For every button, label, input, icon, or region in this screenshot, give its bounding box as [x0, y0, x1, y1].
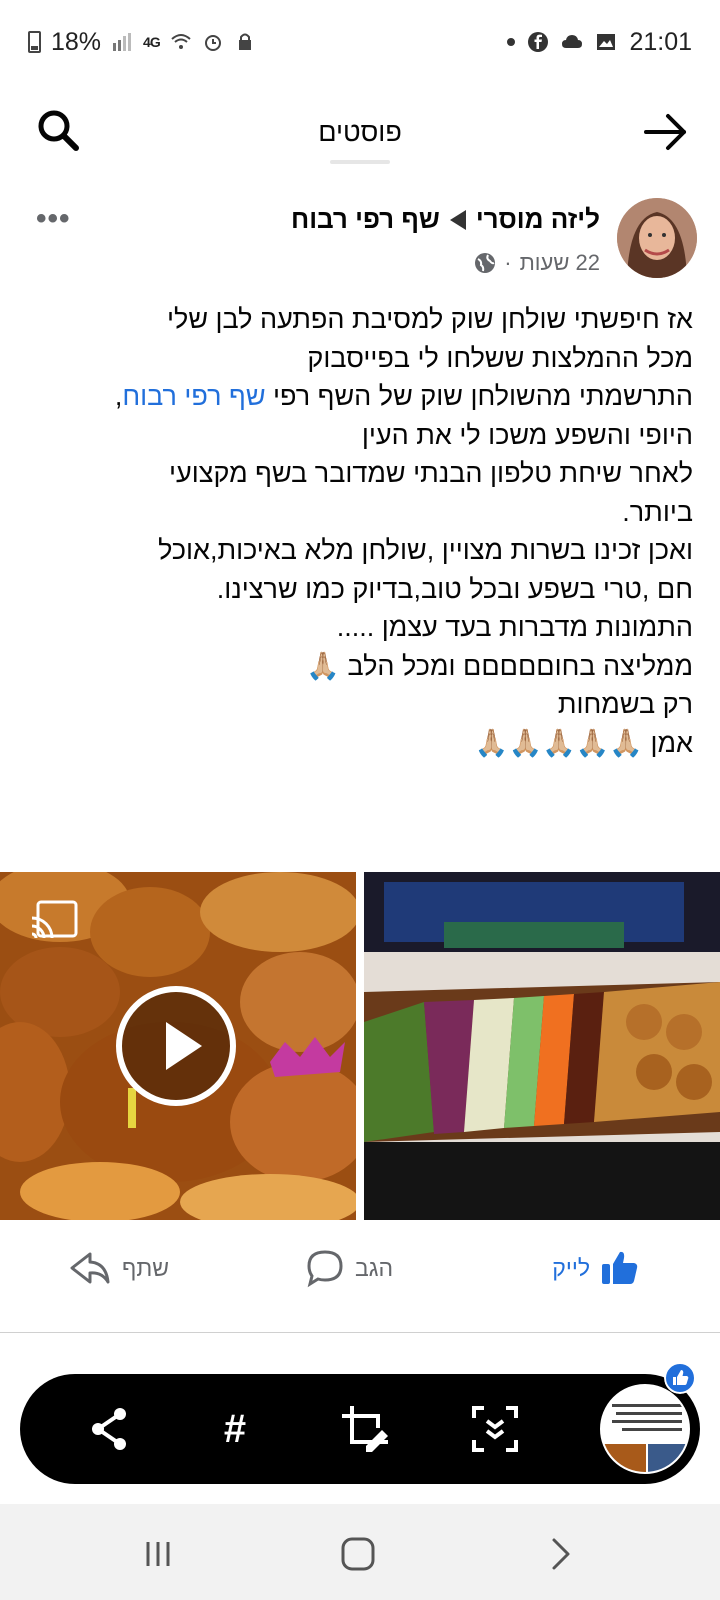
share-label: שתף: [122, 1254, 170, 1281]
author-name[interactable]: ליזה מוסרי: [476, 204, 600, 235]
page-header: פוסטים: [0, 84, 720, 180]
signal-icon: [113, 33, 132, 51]
avatar[interactable]: [617, 198, 697, 278]
scroll-capture-icon[interactable]: [468, 1402, 522, 1456]
thumbs-up-icon: [602, 1251, 638, 1284]
network-type: 4G: [143, 34, 161, 50]
recent-apps-icon[interactable]: [138, 1534, 178, 1574]
post-line: חם ,טרי בשפע ובכל טוב,בדיוק כמו שרצינו.: [216, 573, 693, 604]
more-options-button[interactable]: •••: [36, 202, 71, 236]
like-label: לייק: [552, 1254, 590, 1281]
page-name[interactable]: שף רפי רבוח: [291, 204, 440, 235]
status-bar: 18% 4G 21:01: [0, 0, 720, 84]
alarm-icon: [204, 35, 221, 51]
like-button[interactable]: לייק: [552, 1248, 640, 1288]
battery-level: 18%: [51, 27, 102, 56]
next-post-peek: [90, 1346, 650, 1376]
system-nav-bar: [0, 1504, 720, 1600]
page-mention-link[interactable]: שף רפי רבוח: [122, 381, 265, 411]
divider: [0, 1332, 720, 1333]
post-line: אמן 🙏🏼🙏🏼🙏🏼🙏🏼🙏🏼: [474, 727, 693, 758]
post-line-with-mention: התרשמתי מהשולחן שוק של השף רפי שף רפי רב…: [23, 377, 693, 416]
facebook-badge-icon: [664, 1362, 696, 1394]
post-line: רק בשמחות: [557, 689, 693, 719]
facebook-icon: [528, 32, 549, 52]
arrow-left-icon: [449, 209, 466, 230]
comment-label: הגב: [355, 1254, 394, 1281]
battery-icon: [28, 31, 41, 53]
clock: 21:01: [629, 27, 692, 56]
post-line: ממליצה בחוםםםםם ומכל הלב 🙏🏼: [306, 650, 693, 681]
back-arrow-icon[interactable]: [642, 108, 690, 156]
post-line: אז חיפשתי שולחן שוק למסיבת הפתעה לבן שלי: [167, 304, 693, 334]
share-icon[interactable]: [82, 1402, 136, 1456]
lock-icon: [238, 33, 251, 50]
play-icon[interactable]: [116, 986, 236, 1106]
share-arrow-icon: [70, 1252, 110, 1284]
post-media: [0, 872, 720, 1220]
meta-separator: ·: [504, 250, 512, 275]
gallery-icon: [597, 34, 616, 50]
food-table-image: [364, 872, 720, 1220]
author-line: ליזה מוסרי שף רפי רבוח: [291, 204, 600, 235]
screenshot-preview-thumbnail[interactable]: [600, 1384, 690, 1474]
crop-edit-icon[interactable]: [338, 1402, 392, 1456]
notification-dot-icon: [507, 38, 516, 46]
post-meta: 22 שעות ·: [474, 250, 600, 276]
comment-button[interactable]: הגב: [305, 1248, 393, 1288]
hashtag-button[interactable]: #: [208, 1402, 262, 1456]
post-header: ליזה מוסרי שף רפי רבוח 22 שעות · •••: [0, 190, 720, 285]
share-button[interactable]: שתף: [68, 1248, 169, 1288]
post-line-pre: התרשמתי מהשולחן שוק של השף רפי: [265, 381, 693, 411]
status-right: 21:01: [507, 28, 692, 57]
home-icon[interactable]: [338, 1534, 378, 1574]
post-line: ואכן זכינו בשרות מצויין ,שולחן מלא באיכו…: [158, 535, 693, 565]
post-line: לאחר שיחת טלפון הבנתי שמדובר בשף מקצועי: [168, 458, 693, 488]
post-line: התמונות מדברות בעד עצמן .....: [336, 612, 693, 642]
avatar-image: [617, 198, 697, 278]
globe-icon: [475, 253, 496, 273]
preview-image: [602, 1386, 688, 1472]
comment-icon: [307, 1250, 343, 1288]
video-thumbnail[interactable]: [0, 872, 356, 1220]
status-left: 18% 4G: [28, 28, 256, 57]
back-chevron-icon[interactable]: [540, 1534, 580, 1574]
post-time[interactable]: 22 שעות: [520, 250, 600, 276]
cast-icon[interactable]: [30, 900, 78, 940]
search-icon[interactable]: [34, 106, 82, 154]
post-line: ביותר.: [622, 496, 693, 527]
post-body: אז חיפשתי שולחן שוק למסיבת הפתעה לבן שלי…: [23, 300, 693, 762]
wifi-icon: [171, 34, 191, 49]
post-line: היופי והשפע משכו לי את העין: [361, 419, 693, 450]
photo-thumbnail[interactable]: [364, 872, 720, 1220]
post-actions: לייק הגב שתף: [0, 1230, 720, 1310]
post-line: מכל ההמלצות ששלחו לי בפייסבוק: [307, 342, 693, 373]
header-divider: [330, 160, 390, 164]
cloud-icon: [562, 35, 583, 48]
screenshot-toolbar: #: [20, 1374, 700, 1484]
page-title: פוסטים: [318, 116, 402, 147]
